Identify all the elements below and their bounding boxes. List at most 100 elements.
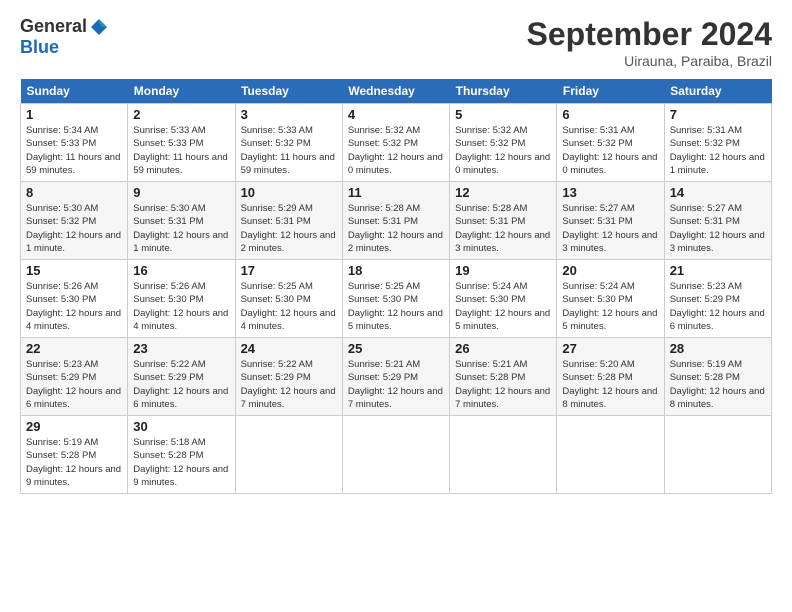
table-row	[557, 416, 664, 494]
day-detail: Sunrise: 5:31 AM Sunset: 5:32 PM Dayligh…	[670, 124, 766, 177]
day-detail: Sunrise: 5:22 AM Sunset: 5:29 PM Dayligh…	[241, 358, 337, 411]
table-row: 12 Sunrise: 5:28 AM Sunset: 5:31 PM Dayli…	[450, 182, 557, 260]
logo: General Blue	[20, 16, 109, 58]
calendar-week-row: 1 Sunrise: 5:34 AM Sunset: 5:33 PM Daylig…	[21, 104, 772, 182]
day-number: 26	[455, 341, 551, 356]
calendar-table: Sunday Monday Tuesday Wednesday Thursday…	[20, 79, 772, 494]
day-number: 17	[241, 263, 337, 278]
day-detail: Sunrise: 5:18 AM Sunset: 5:28 PM Dayligh…	[133, 436, 229, 489]
calendar-week-row: 29 Sunrise: 5:19 AM Sunset: 5:28 PM Dayli…	[21, 416, 772, 494]
day-detail: Sunrise: 5:31 AM Sunset: 5:32 PM Dayligh…	[562, 124, 658, 177]
calendar-week-row: 8 Sunrise: 5:30 AM Sunset: 5:32 PM Daylig…	[21, 182, 772, 260]
table-row: 25Sunrise: 5:21 AM Sunset: 5:29 PM Dayli…	[342, 338, 449, 416]
table-row: 30 Sunrise: 5:18 AM Sunset: 5:28 PM Dayli…	[128, 416, 235, 494]
day-number: 2	[133, 107, 229, 122]
day-number: 9	[133, 185, 229, 200]
day-detail: Sunrise: 5:32 AM Sunset: 5:32 PM Dayligh…	[348, 124, 444, 177]
table-row: 7 Sunrise: 5:31 AM Sunset: 5:32 PM Daylig…	[664, 104, 771, 182]
day-detail: Sunrise: 5:24 AM Sunset: 5:30 PM Dayligh…	[562, 280, 658, 333]
day-number: 23	[133, 341, 229, 356]
day-detail: Sunrise: 5:26 AM Sunset: 5:30 PM Dayligh…	[133, 280, 229, 333]
table-row: 6 Sunrise: 5:31 AM Sunset: 5:32 PM Daylig…	[557, 104, 664, 182]
logo-general-text: General	[20, 16, 87, 37]
table-row	[235, 416, 342, 494]
day-number: 15	[26, 263, 122, 278]
day-number: 1	[26, 107, 122, 122]
day-detail: Sunrise: 5:19 AM Sunset: 5:28 PM Dayligh…	[670, 358, 766, 411]
day-number: 4	[348, 107, 444, 122]
day-number: 8	[26, 185, 122, 200]
title-section: September 2024 Uirauna, Paraiba, Brazil	[527, 16, 772, 69]
day-number: 7	[670, 107, 766, 122]
header-tuesday: Tuesday	[235, 79, 342, 104]
table-row: 15 Sunrise: 5:26 AM Sunset: 5:30 PM Dayli…	[21, 260, 128, 338]
day-detail: Sunrise: 5:33 AM Sunset: 5:33 PM Dayligh…	[133, 124, 229, 177]
logo-blue-text: Blue	[20, 37, 59, 58]
header-saturday: Saturday	[664, 79, 771, 104]
calendar-week-row: 15 Sunrise: 5:26 AM Sunset: 5:30 PM Dayli…	[21, 260, 772, 338]
day-detail: Sunrise: 5:30 AM Sunset: 5:31 PM Dayligh…	[133, 202, 229, 255]
table-row: 10Sunrise: 5:29 AM Sunset: 5:31 PM Dayli…	[235, 182, 342, 260]
day-detail: Sunrise: 5:20 AM Sunset: 5:28 PM Dayligh…	[562, 358, 658, 411]
header-sunday: Sunday	[21, 79, 128, 104]
day-detail: Sunrise: 5:34 AM Sunset: 5:33 PM Dayligh…	[26, 124, 122, 177]
header-friday: Friday	[557, 79, 664, 104]
table-row: 8 Sunrise: 5:30 AM Sunset: 5:32 PM Daylig…	[21, 182, 128, 260]
day-detail: Sunrise: 5:32 AM Sunset: 5:32 PM Dayligh…	[455, 124, 551, 177]
day-number: 18	[348, 263, 444, 278]
day-detail: Sunrise: 5:22 AM Sunset: 5:29 PM Dayligh…	[133, 358, 229, 411]
day-number: 6	[562, 107, 658, 122]
day-number: 28	[670, 341, 766, 356]
day-number: 10	[241, 185, 337, 200]
table-row: 20 Sunrise: 5:24 AM Sunset: 5:30 PM Dayli…	[557, 260, 664, 338]
day-detail: Sunrise: 5:19 AM Sunset: 5:28 PM Dayligh…	[26, 436, 122, 489]
table-row: 24 Sunrise: 5:22 AM Sunset: 5:29 PM Dayli…	[235, 338, 342, 416]
table-row: 19 Sunrise: 5:24 AM Sunset: 5:30 PM Dayli…	[450, 260, 557, 338]
day-number: 11	[348, 185, 444, 200]
table-row: 1 Sunrise: 5:34 AM Sunset: 5:33 PM Daylig…	[21, 104, 128, 182]
day-detail: Sunrise: 5:33 AM Sunset: 5:32 PM Dayligh…	[241, 124, 337, 177]
day-detail: Sunrise: 5:27 AM Sunset: 5:31 PM Dayligh…	[562, 202, 658, 255]
day-number: 22	[26, 341, 122, 356]
day-detail: Sunrise: 5:21 AM Sunset: 5:28 PM Dayligh…	[455, 358, 551, 411]
header-monday: Monday	[128, 79, 235, 104]
page-header: General Blue September 2024 Uirauna, Par…	[20, 16, 772, 69]
day-number: 12	[455, 185, 551, 200]
table-row: 14 Sunrise: 5:27 AM Sunset: 5:31 PM Dayli…	[664, 182, 771, 260]
logo-icon	[89, 17, 109, 37]
table-row: 21 Sunrise: 5:23 AM Sunset: 5:29 PM Dayli…	[664, 260, 771, 338]
calendar-page: General Blue September 2024 Uirauna, Par…	[0, 0, 792, 612]
day-detail: Sunrise: 5:23 AM Sunset: 5:29 PM Dayligh…	[670, 280, 766, 333]
header-wednesday: Wednesday	[342, 79, 449, 104]
day-number: 24	[241, 341, 337, 356]
table-row: 11Sunrise: 5:28 AM Sunset: 5:31 PM Dayli…	[342, 182, 449, 260]
calendar-week-row: 22 Sunrise: 5:23 AM Sunset: 5:29 PM Dayli…	[21, 338, 772, 416]
table-row: 9 Sunrise: 5:30 AM Sunset: 5:31 PM Daylig…	[128, 182, 235, 260]
day-detail: Sunrise: 5:26 AM Sunset: 5:30 PM Dayligh…	[26, 280, 122, 333]
month-title: September 2024	[527, 16, 772, 53]
table-row: 16Sunrise: 5:26 AM Sunset: 5:30 PM Dayli…	[128, 260, 235, 338]
table-row	[342, 416, 449, 494]
day-number: 14	[670, 185, 766, 200]
table-row: 17 Sunrise: 5:25 AM Sunset: 5:30 PM Dayli…	[235, 260, 342, 338]
day-number: 21	[670, 263, 766, 278]
day-detail: Sunrise: 5:30 AM Sunset: 5:32 PM Dayligh…	[26, 202, 122, 255]
day-detail: Sunrise: 5:28 AM Sunset: 5:31 PM Dayligh…	[455, 202, 551, 255]
day-detail: Sunrise: 5:25 AM Sunset: 5:30 PM Dayligh…	[241, 280, 337, 333]
day-detail: Sunrise: 5:23 AM Sunset: 5:29 PM Dayligh…	[26, 358, 122, 411]
table-row: 5 Sunrise: 5:32 AM Sunset: 5:32 PM Daylig…	[450, 104, 557, 182]
day-number: 30	[133, 419, 229, 434]
location-subtitle: Uirauna, Paraiba, Brazil	[527, 53, 772, 69]
day-headers-row: Sunday Monday Tuesday Wednesday Thursday…	[21, 79, 772, 104]
table-row	[664, 416, 771, 494]
table-row	[450, 416, 557, 494]
day-number: 29	[26, 419, 122, 434]
day-detail: Sunrise: 5:24 AM Sunset: 5:30 PM Dayligh…	[455, 280, 551, 333]
day-number: 5	[455, 107, 551, 122]
table-row: 26 Sunrise: 5:21 AM Sunset: 5:28 PM Dayli…	[450, 338, 557, 416]
day-detail: Sunrise: 5:27 AM Sunset: 5:31 PM Dayligh…	[670, 202, 766, 255]
table-row: 13Sunrise: 5:27 AM Sunset: 5:31 PM Dayli…	[557, 182, 664, 260]
table-row: 27Sunrise: 5:20 AM Sunset: 5:28 PM Dayli…	[557, 338, 664, 416]
day-number: 20	[562, 263, 658, 278]
day-number: 19	[455, 263, 551, 278]
